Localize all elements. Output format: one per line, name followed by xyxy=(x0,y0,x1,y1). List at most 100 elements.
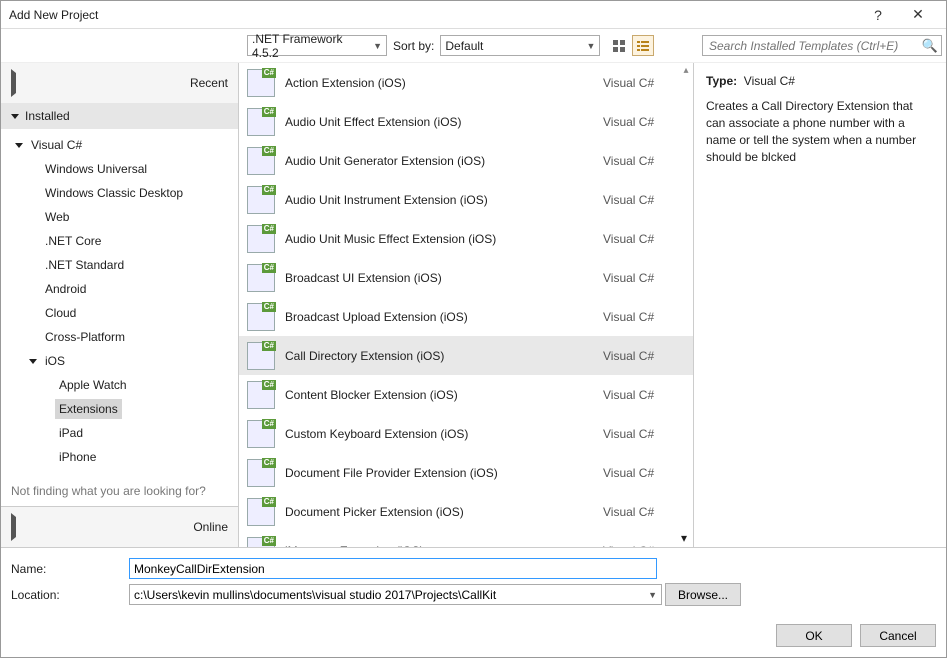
sort-by-label: Sort by: xyxy=(393,39,434,53)
section-recent-label: Recent xyxy=(190,76,228,90)
ok-button[interactable]: OK xyxy=(776,624,852,647)
info-panel: Type: Visual C# Creates a Call Directory… xyxy=(694,63,946,547)
template-name: Content Blocker Extension (iOS) xyxy=(285,388,593,402)
left-panel: Recent Installed Visual C# Windows Unive… xyxy=(1,63,239,547)
template-name: Custom Keyboard Extension (iOS) xyxy=(285,427,593,441)
template-row[interactable]: Action Extension (iOS)Visual C# xyxy=(239,63,693,102)
section-online[interactable]: Online xyxy=(1,506,238,547)
view-grid-button[interactable] xyxy=(608,35,630,56)
view-list-button[interactable] xyxy=(632,35,654,56)
template-icon xyxy=(247,303,275,331)
template-icon xyxy=(247,381,275,409)
help-button[interactable]: ? xyxy=(858,7,898,23)
tree-node-windows-classic-desktop[interactable]: Windows Classic Desktop xyxy=(1,181,238,205)
template-row[interactable]: Audio Unit Generator Extension (iOS) Visu… xyxy=(239,141,693,180)
chevron-down-icon xyxy=(11,114,19,119)
location-input[interactable] xyxy=(129,584,662,605)
cancel-button[interactable]: Cancel xyxy=(860,624,936,647)
template-name: Audio Unit Instrument Extension (iOS) xyxy=(285,193,593,207)
template-name: Action Extension (iOS) xyxy=(285,76,593,90)
chevron-down-icon xyxy=(15,143,23,148)
tree-node-cross-platform[interactable]: Cross-Platform xyxy=(1,325,238,349)
scroll-up-icon[interactable]: ▴ xyxy=(681,65,691,77)
template-row[interactable]: iMessage Extension (iOS) Visual C# xyxy=(239,531,693,547)
scroll-down-icon[interactable]: ▾ xyxy=(681,531,691,545)
template-row[interactable]: Broadcast Upload Extension (iOS)Visual C… xyxy=(239,297,693,336)
dialog-buttons: OK Cancel xyxy=(1,618,946,657)
template-name: Broadcast UI Extension (iOS) xyxy=(285,271,593,285)
top-toolbar: .NET Framework 4.5.2 ▼ Sort by: Default … xyxy=(1,29,946,63)
scrollbar[interactable]: ▴ xyxy=(681,65,691,545)
tree-node-windows-universal[interactable]: Windows Universal xyxy=(1,157,238,181)
template-icon xyxy=(247,459,275,487)
template-icon xyxy=(247,342,275,370)
template-name: Document Picker Extension (iOS) xyxy=(285,505,593,519)
template-language: Visual C# xyxy=(603,232,683,246)
chevron-down-icon: ▼ xyxy=(373,41,382,51)
template-language: Visual C# xyxy=(603,310,683,324)
grid-icon xyxy=(612,39,626,53)
template-row[interactable]: Audio Unit Instrument Extension (iOS)Vis… xyxy=(239,180,693,219)
template-name: iMessage Extension (iOS) xyxy=(285,544,593,548)
template-icon xyxy=(247,264,275,292)
tree-node-visual-csharp[interactable]: Visual C# xyxy=(1,133,238,157)
template-row[interactable]: Audio Unit Effect Extension (iOS)Visual … xyxy=(239,102,693,141)
template-name: Call Directory Extension (iOS) xyxy=(285,349,593,363)
template-language: Visual C# xyxy=(603,271,683,285)
template-row[interactable]: Document Picker Extension (iOS) Visual C# xyxy=(239,492,693,531)
template-language: Visual C# xyxy=(603,388,683,402)
chevron-right-icon xyxy=(11,69,184,97)
template-row[interactable]: Audio Unit Music Effect Extension (iOS) V… xyxy=(239,219,693,258)
close-button[interactable]: ✕ xyxy=(898,6,938,23)
tree-node-cloud[interactable]: Cloud xyxy=(1,301,238,325)
location-label: Location: xyxy=(11,588,121,602)
template-icon xyxy=(247,186,275,214)
template-language: Visual C# xyxy=(603,154,683,168)
sort-by-value: Default xyxy=(445,39,483,53)
tree-node-iphone[interactable]: iPhone xyxy=(1,445,238,469)
template-icon xyxy=(247,498,275,526)
list-icon xyxy=(636,39,650,53)
not-finding-link[interactable]: Not finding what you are looking for? xyxy=(1,476,238,506)
name-input[interactable] xyxy=(129,558,657,579)
tree-node-extensions[interactable]: Extensions xyxy=(1,397,238,421)
tree-node-apple-watch[interactable]: Apple Watch xyxy=(1,373,238,397)
template-icon xyxy=(247,147,275,175)
info-type-value: Visual C# xyxy=(744,74,795,88)
browse-button[interactable]: Browse... xyxy=(665,583,741,606)
tree-node-net-standard[interactable]: .NET Standard xyxy=(1,253,238,277)
name-label: Name: xyxy=(11,562,121,576)
chevron-right-icon xyxy=(11,513,187,541)
tree-node-web[interactable]: Web xyxy=(1,205,238,229)
framework-dropdown[interactable]: .NET Framework 4.5.2 ▼ xyxy=(247,35,387,56)
template-icon xyxy=(247,69,275,97)
template-row[interactable]: Document File Provider Extension (iOS)Vi… xyxy=(239,453,693,492)
template-row[interactable]: Content Blocker Extension (iOS) Visual C# xyxy=(239,375,693,414)
template-name: Audio Unit Generator Extension (iOS) xyxy=(285,154,593,168)
template-row[interactable]: Custom Keyboard Extension (iOS) Visual C# xyxy=(239,414,693,453)
template-language: Visual C# xyxy=(603,427,683,441)
tree-node-ipad[interactable]: iPad xyxy=(1,421,238,445)
template-language: Visual C# xyxy=(603,466,683,480)
info-description: Creates a Call Directory Extension that … xyxy=(706,98,934,166)
chevron-down-icon xyxy=(29,359,37,364)
template-row[interactable]: Call Directory Extension (iOS) Visual C# xyxy=(239,336,693,375)
search-icon[interactable]: 🔍 xyxy=(922,38,938,54)
chevron-down-icon[interactable]: ▼ xyxy=(648,590,657,600)
template-name: Audio Unit Music Effect Extension (iOS) xyxy=(285,232,593,246)
template-row[interactable]: Broadcast UI Extension (iOS) Visual C# xyxy=(239,258,693,297)
bottom-panel: Name: Location: ▼ Browse... xyxy=(1,547,946,618)
template-language: Visual C# xyxy=(603,544,683,548)
template-language: Visual C# xyxy=(603,505,683,519)
section-recent[interactable]: Recent xyxy=(1,63,238,103)
search-input[interactable] xyxy=(702,35,942,56)
tree-node-net-core[interactable]: .NET Core xyxy=(1,229,238,253)
tree-node-android[interactable]: Android xyxy=(1,277,238,301)
section-installed[interactable]: Installed xyxy=(1,103,238,129)
template-language: Visual C# xyxy=(603,349,683,363)
sort-by-dropdown[interactable]: Default ▼ xyxy=(440,35,600,56)
tree-node-ios[interactable]: iOS xyxy=(1,349,238,373)
tree-node-universal[interactable]: Universal xyxy=(1,469,238,476)
section-installed-label: Installed xyxy=(25,109,70,123)
search-box[interactable]: 🔍 xyxy=(702,35,938,56)
